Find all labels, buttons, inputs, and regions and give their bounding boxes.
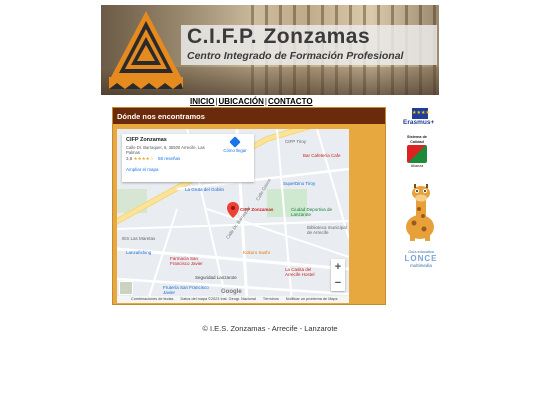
school-logo: [109, 11, 183, 89]
map-label: Kokoro Sushi: [243, 250, 270, 255]
eu-stars: ★★★★: [412, 110, 430, 116]
nav-separator: |: [264, 97, 267, 106]
star-rating-icon: ★★★★☆: [133, 156, 154, 161]
terms-link[interactable]: Términos: [263, 297, 279, 301]
site-title: C.I.F.P. Zonzamas: [187, 25, 371, 48]
map-label: Seguridad Lanzarote: [195, 275, 237, 280]
reviews-link[interactable]: 58 reseñas: [158, 156, 180, 161]
map-label: Frutería San Francisco Javier: [163, 285, 209, 295]
embedded-map[interactable]: CIFP Tiroy Bar Cafetería Cafe La Gruta d…: [117, 129, 349, 303]
zoom-out-button[interactable]: −: [331, 275, 345, 291]
quality-subtitle: Alianza: [410, 164, 424, 168]
location-panel: Dónde nos encontramos CIFP Tiroy Bar Caf…: [112, 107, 386, 305]
place-address: Calle Dr. Barraquer, 6, 35500 Arrecife, …: [126, 145, 205, 155]
map-label: Lanzafishing: [126, 250, 152, 255]
main-nav: INICIO|UBICACIÓN|CONTACTO: [190, 97, 313, 106]
guia-logo: LONCE: [404, 254, 438, 263]
map-label: Bar Cafetería Cafe: [303, 153, 341, 158]
page: C.I.F.P. Zonzamas Centro Integrado de Fo…: [0, 0, 540, 405]
zoom-controls: + −: [331, 259, 345, 291]
place-rating: 3,8 ★★★★☆ 58 reseñas: [126, 156, 250, 162]
lonce-guide-link[interactable]: Guía educativa LONCE multimedia: [404, 250, 438, 276]
map-label: Biblioteca municipal de Arrecife: [307, 225, 347, 235]
directions-label: Cómo llegar: [223, 148, 247, 153]
google-logo: Google: [221, 289, 242, 295]
map-label: Ciudad Deportiva de Lanzarote: [291, 207, 333, 217]
nav-ubicacion[interactable]: UBICACIÓN: [219, 97, 264, 106]
header-banner: C.I.F.P. Zonzamas Centro Integrado de Fo…: [101, 5, 439, 95]
copyright-footer: © I.E.S. Zonzamas - Arrecife - Lanzarote: [202, 324, 338, 333]
giraffe-mascot-icon[interactable]: [402, 183, 438, 241]
zoom-in-button[interactable]: +: [331, 259, 345, 275]
bigger-map-link[interactable]: Ampliar el mapa: [126, 167, 250, 172]
map-label: La Casita del Arrecife Hostel: [285, 267, 315, 277]
map-label: La Gruta del Goblin: [185, 187, 225, 192]
erasmus-link[interactable]: Erasmus+: [403, 119, 434, 126]
guia-subtitle: multimedia: [410, 263, 432, 268]
directions-button[interactable]: Cómo llegar: [222, 136, 248, 153]
quality-logo-icon: [407, 145, 427, 163]
nav-contacto[interactable]: CONTACTO: [268, 97, 313, 106]
rating-value: 3,8: [126, 156, 133, 161]
directions-icon: [229, 136, 241, 148]
map-label: IES Las Maretas: [122, 236, 156, 241]
quality-title: Sistema de Calidad: [406, 135, 428, 144]
section-heading: Dónde nos encontramos: [113, 108, 385, 124]
site-subtitle: Centro Integrado de Formación Profesiona…: [187, 50, 404, 62]
quality-system-link[interactable]: Sistema de Calidad Alianza: [405, 135, 429, 175]
map-data-credit: Datos del mapa ©2023 Inst. Geogr. Nacion…: [180, 297, 256, 301]
nav-inicio[interactable]: INICIO: [190, 97, 214, 106]
keyboard-shortcuts-link[interactable]: Combinaciones de teclas: [131, 297, 173, 301]
street-view-thumbnail[interactable]: [119, 281, 133, 295]
map-label: SuperDino Tiroy: [283, 181, 316, 186]
nav-separator: |: [215, 97, 218, 106]
map-label: Farmacia San Francisco Javier: [170, 256, 203, 266]
place-info-card: CIFP Zonzamas Calle Dr. Barraquer, 6, 35…: [122, 134, 254, 182]
map-label: CIFP Tiroy: [285, 139, 307, 144]
report-problem-link[interactable]: Notificar un problema de Maps: [286, 297, 338, 301]
map-footer: Combinaciones de teclas Datos del mapa ©…: [117, 296, 349, 303]
